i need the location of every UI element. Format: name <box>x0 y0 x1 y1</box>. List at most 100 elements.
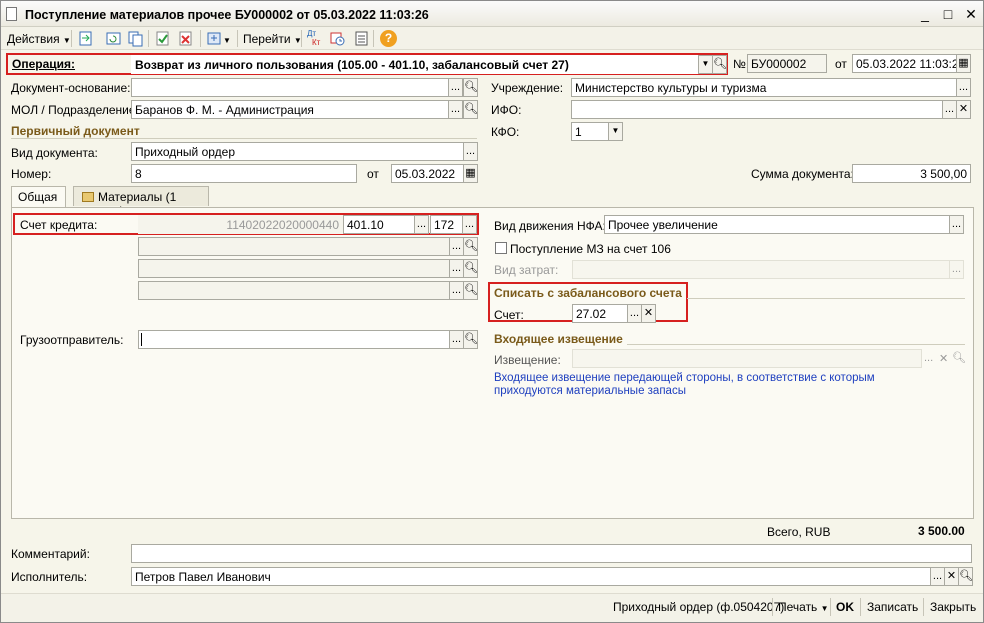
nfa-movement-field[interactable]: Прочее увеличение <box>604 215 950 234</box>
offbalance-select-button[interactable]: ... <box>627 304 642 323</box>
clear-icon[interactable]: ✕ <box>641 304 656 323</box>
doc-date-field[interactable]: 05.03.2022 11:03:26 <box>852 54 958 73</box>
search-icon: 🔍︎ <box>464 333 478 345</box>
mol-label: МОЛ / Подразделение: <box>11 103 139 117</box>
doc-icon[interactable] <box>353 30 370 47</box>
notice-select-button[interactable]: ... <box>924 352 933 364</box>
ifo-select-button[interactable]: ... <box>942 100 957 119</box>
post-icon[interactable] <box>154 30 171 47</box>
actions-menu[interactable]: Действия ▼ <box>7 32 71 46</box>
calendar-icon[interactable]: ▦ <box>463 164 478 183</box>
cost-type-field <box>572 260 950 279</box>
clear-icon[interactable]: ✕ <box>944 567 959 586</box>
calendar-icon[interactable]: ▦ <box>956 54 971 73</box>
ok-button[interactable]: OK <box>836 600 854 614</box>
toolbar-separator <box>923 598 924 616</box>
kfo-field[interactable]: 1 <box>571 122 609 141</box>
chevron-down-icon[interactable]: ▼ <box>223 32 231 46</box>
executor-select-button[interactable]: ... <box>930 567 945 586</box>
subconto-2-select-button[interactable]: ... <box>449 259 464 278</box>
close-button[interactable]: Закрыть <box>930 600 976 614</box>
calendar-clock-icon[interactable] <box>329 30 346 47</box>
subconto-1-select-button[interactable]: ... <box>449 237 464 256</box>
doc-type-select-button[interactable]: ... <box>463 142 478 161</box>
credit-account-code: 11402022020000440 <box>138 215 343 234</box>
tab-general[interactable]: Общая <box>11 186 66 207</box>
subconto-field-3[interactable] <box>138 281 450 300</box>
kosgu-field[interactable]: 172 <box>430 215 464 234</box>
ifo-field[interactable] <box>571 100 943 119</box>
shipper-field[interactable] <box>138 330 450 349</box>
close-window-button[interactable]: ✕ <box>962 6 980 22</box>
doc-number-field[interactable]: БУ000002 <box>747 54 827 73</box>
kosgu-select-button[interactable]: ... <box>462 215 477 234</box>
print-form-link[interactable]: Приходный ордер (ф.0504207) <box>613 600 784 614</box>
copy-icon[interactable] <box>127 30 144 47</box>
subconto-3-search-button[interactable]: 🔍︎ <box>463 281 478 300</box>
print-menu[interactable]: Печать ▼ <box>778 600 829 614</box>
section-divider <box>627 344 965 345</box>
doc-sum-field[interactable]: 3 500,00 <box>852 164 971 183</box>
institution-select-button[interactable]: ... <box>956 78 971 97</box>
section-divider <box>687 298 965 299</box>
search-icon: 🔍︎ <box>464 103 478 115</box>
total-value: 3 500.00 <box>918 524 965 538</box>
primary-number-field[interactable]: 8 <box>131 164 357 183</box>
subconto-field-1[interactable] <box>138 237 450 256</box>
toolbar-separator <box>237 30 238 47</box>
operation-label: Операция: <box>12 57 76 71</box>
dt-label: Дт <box>307 29 317 38</box>
minimize-button[interactable]: _ <box>916 6 934 22</box>
kfo-dropdown-button[interactable]: ▼ <box>608 122 623 141</box>
shipper-select-button[interactable]: ... <box>449 330 464 349</box>
subconto-2-search-button[interactable]: 🔍︎ <box>463 259 478 278</box>
offbalance-account-field[interactable]: 27.02 <box>572 304 628 323</box>
offbalance-section-title: Списать с забалансового счета <box>494 286 682 300</box>
mz-106-checkbox[interactable] <box>495 242 507 254</box>
move-icon[interactable] <box>77 30 94 47</box>
search-icon: 🔍︎ <box>464 81 478 93</box>
shipper-label: Грузоотправитель: <box>20 333 124 347</box>
chevron-down-icon: ▼ <box>62 36 71 45</box>
subconto-field-2[interactable] <box>138 259 450 278</box>
base-doc-search-button[interactable]: 🔍︎ <box>463 78 478 97</box>
shipper-search-button[interactable]: 🔍︎ <box>463 330 478 349</box>
notice-field[interactable] <box>572 349 922 368</box>
tab-materials[interactable]: Материалы (1 поз.) <box>73 186 209 218</box>
mol-field[interactable]: Баранов Ф. М. - Администрация <box>131 100 449 119</box>
structure-icon[interactable] <box>206 30 223 47</box>
search-icon[interactable]: 🔍︎ <box>952 351 966 364</box>
unpost-icon[interactable] <box>177 30 194 47</box>
operation-dropdown-button[interactable]: ▼ <box>698 55 713 74</box>
operation-search-button[interactable]: 🔍︎ <box>712 55 727 74</box>
credit-account-select-button[interactable]: ... <box>414 215 429 234</box>
clear-icon[interactable]: ✕ <box>939 352 948 365</box>
mol-search-button[interactable]: 🔍︎ <box>463 100 478 119</box>
refresh-icon[interactable] <box>105 30 122 47</box>
operation-field[interactable]: Возврат из личного пользования (105.00 -… <box>131 55 699 74</box>
institution-field[interactable]: Министерство культуры и туризма <box>571 78 957 97</box>
search-icon: 🔍︎ <box>464 284 478 296</box>
comment-field[interactable] <box>131 544 972 563</box>
base-doc-field[interactable] <box>131 78 449 97</box>
maximize-button[interactable]: □ <box>939 6 957 22</box>
base-doc-select-button[interactable]: ... <box>448 78 463 97</box>
chevron-down-icon: ▼ <box>820 604 829 613</box>
nfa-movement-select-button[interactable]: ... <box>949 215 964 234</box>
mol-select-button[interactable]: ... <box>448 100 463 119</box>
text-cursor <box>141 333 142 346</box>
doc-type-field[interactable]: Приходный ордер <box>131 142 465 161</box>
subconto-1-search-button[interactable]: 🔍︎ <box>463 237 478 256</box>
toolbar: Действия ▼ ▼ Перейти ▼ Дт Кт ? <box>1 27 983 50</box>
goto-menu[interactable]: Перейти ▼ <box>243 32 302 46</box>
primary-date-field[interactable]: 05.03.2022 <box>391 164 465 183</box>
toolbar-separator <box>860 598 861 616</box>
executor-search-button[interactable]: 🔍︎ <box>958 567 973 586</box>
executor-field[interactable]: Петров Павел Иванович <box>131 567 931 586</box>
dt-kt-icon[interactable]: Дт Кт <box>307 29 324 48</box>
save-button[interactable]: Записать <box>867 600 918 614</box>
subconto-3-select-button[interactable]: ... <box>449 281 464 300</box>
clear-icon[interactable]: ✕ <box>956 100 971 119</box>
help-icon[interactable]: ? <box>380 30 397 47</box>
offbalance-account-label: Счет: <box>494 308 524 322</box>
